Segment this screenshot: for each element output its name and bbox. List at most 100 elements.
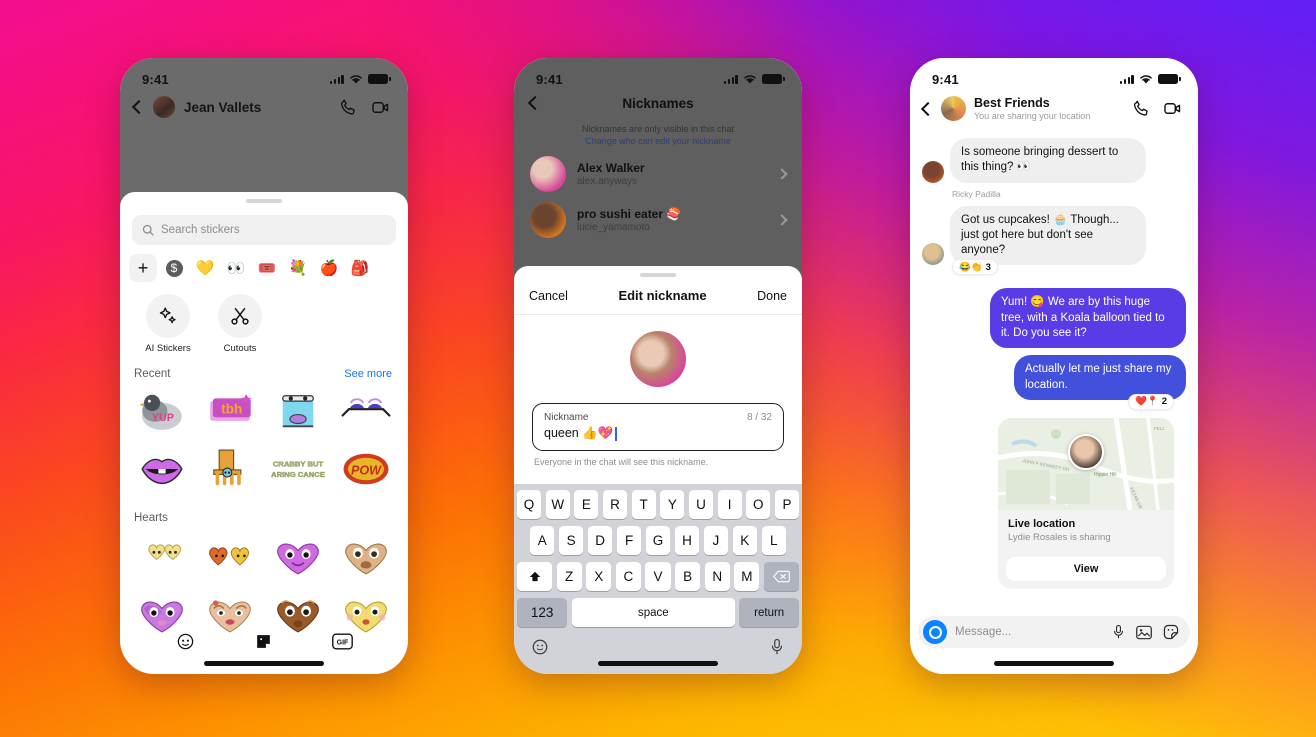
key-o[interactable]: O [746, 490, 771, 519]
avatar[interactable] [153, 96, 175, 118]
backspace-key[interactable] [763, 562, 800, 591]
key-d[interactable]: D [587, 526, 613, 555]
sticker-art [282, 395, 314, 428]
phone-call-icon[interactable] [1132, 99, 1151, 118]
add-pack[interactable]: + [129, 254, 157, 282]
see-more-link[interactable]: See more [344, 368, 392, 380]
sticker-tbh[interactable]: tbh [196, 382, 264, 440]
chevron-left-icon[interactable] [920, 101, 936, 116]
key-z[interactable]: Z [556, 562, 582, 591]
reaction-pill[interactable]: 😂👏 3 [952, 259, 998, 276]
live-location-card[interactable]: JOHN F KENNEDY DR Hippie Hill KEZAR DR F… [998, 417, 1174, 589]
pack-backpack[interactable]: 🎒 [346, 254, 374, 282]
return-key[interactable]: return [739, 598, 799, 627]
key-e[interactable]: E [574, 490, 599, 519]
sticker-crabby-but-caring[interactable]: CRABBY BUT CARING CANCER [264, 440, 332, 498]
message-bubble[interactable]: Got us cupcakes! 🧁 Though... just got he… [950, 205, 1146, 266]
key-f[interactable]: F [616, 526, 642, 555]
key-k[interactable]: K [732, 526, 758, 555]
cutouts-label: Cutouts [223, 343, 257, 354]
sticker-pow[interactable]: POW [332, 440, 400, 498]
key-m[interactable]: M [734, 562, 760, 591]
list-item[interactable]: Alex Walker alex.anyways [514, 146, 802, 192]
key-q[interactable]: Q [516, 490, 542, 519]
avatar[interactable] [941, 96, 966, 121]
video-camera-icon[interactable] [1163, 99, 1182, 118]
done-button[interactable]: Done [757, 289, 787, 303]
key-y[interactable]: Y [660, 490, 685, 519]
key-u[interactable]: U [688, 490, 714, 519]
key-p[interactable]: P [774, 490, 800, 519]
key-n[interactable]: N [704, 562, 730, 591]
emoji-icon[interactable] [531, 638, 549, 656]
message-bubble[interactable]: Yum! 😋 We are by this huge tree, with a … [990, 288, 1186, 349]
key-c[interactable]: C [615, 562, 641, 591]
location-avatar [1068, 433, 1104, 470]
change-editor-link[interactable]: Change who can edit your nickname [538, 136, 778, 146]
list-item[interactable]: pro sushi eater 🍣 lucie_yamamoto [514, 192, 802, 238]
key-w[interactable]: W [545, 490, 570, 519]
recent-pack[interactable]: $ [160, 254, 188, 282]
key-g[interactable]: G [645, 526, 671, 555]
sticker-tan-heart-face[interactable] [332, 526, 400, 584]
pack-flower[interactable]: 💐 [284, 254, 312, 282]
header-actions [339, 98, 390, 117]
pack-apple[interactable]: 🍎 [315, 254, 343, 282]
message-composer[interactable]: Message... [918, 616, 1190, 648]
avatar[interactable] [922, 160, 944, 183]
tab-stickers[interactable] [251, 630, 277, 652]
reaction-pill[interactable]: ❤️📍 2 [1128, 393, 1174, 410]
key-s[interactable]: S [558, 526, 584, 555]
sticker-icon[interactable] [1163, 624, 1179, 640]
pack-glyph: 🍎 [319, 260, 339, 277]
key-j[interactable]: J [703, 526, 729, 555]
nickname-input[interactable]: 8 / 32 Nickname queen 👍💖 [532, 403, 784, 451]
pack-pink-card[interactable]: 🎟️ [253, 254, 281, 282]
sticker-waterfall[interactable] [264, 382, 332, 440]
key-t[interactable]: T [631, 490, 656, 519]
pack-eyes[interactable]: 👀 [222, 254, 250, 282]
key-v[interactable]: V [645, 562, 671, 591]
person-name: pro sushi eater 🍣 [577, 207, 682, 221]
camera-icon[interactable] [923, 620, 947, 644]
microphone-icon[interactable] [769, 638, 785, 656]
message-bubble[interactable]: Is someone bringing dessert to this thin… [950, 138, 1146, 183]
ai-stickers-button[interactable]: AI Stickers [142, 294, 194, 354]
sheet-grabber[interactable] [246, 199, 282, 203]
person-handle: lucie_yamamoto [577, 222, 650, 233]
sticker-orange-hearts[interactable] [196, 526, 264, 584]
sticker-sunglasses-eyes[interactable] [332, 382, 400, 440]
search-input[interactable]: Search stickers [132, 215, 396, 245]
cancel-button[interactable]: Cancel [529, 289, 568, 303]
pack-yellow-heart[interactable]: 💛 [191, 254, 219, 282]
avatar[interactable] [922, 243, 944, 266]
phone-call-icon[interactable] [339, 98, 358, 117]
sticker-purple-heart-face[interactable] [264, 526, 332, 584]
sticker-purple-lips[interactable] [128, 440, 196, 498]
sticker-two-yellow-hearts[interactable] [128, 526, 196, 584]
tab-avatar[interactable] [172, 630, 198, 652]
battery-full-icon [368, 74, 391, 84]
chevron-left-icon[interactable] [131, 99, 147, 115]
key-b[interactable]: B [675, 562, 701, 591]
sticker-pigeon-yup[interactable]: YUP [128, 382, 196, 440]
map-preview[interactable]: JOHN F KENNEDY DR Hippie Hill KEZAR DR F… [998, 417, 1174, 511]
sticker-table-legs[interactable] [196, 440, 264, 498]
space-key[interactable]: space [571, 598, 735, 627]
shift-key[interactable] [516, 562, 553, 591]
key-l[interactable]: L [761, 526, 786, 555]
view-location-button[interactable]: View [1006, 556, 1166, 581]
numbers-key[interactable]: 123 [517, 598, 568, 627]
microphone-icon[interactable] [1112, 624, 1125, 640]
tab-gif[interactable]: GIF [330, 630, 356, 652]
key-i[interactable]: I [717, 490, 742, 519]
message-input-placeholder[interactable]: Message... [955, 626, 1104, 638]
cutouts-button[interactable]: Cutouts [214, 294, 266, 354]
pack-glyph: 💐 [288, 260, 308, 277]
key-x[interactable]: X [586, 562, 612, 591]
key-a[interactable]: A [530, 526, 555, 555]
key-h[interactable]: H [674, 526, 700, 555]
photo-icon[interactable] [1136, 625, 1152, 640]
key-r[interactable]: R [602, 490, 628, 519]
video-camera-icon[interactable] [371, 98, 390, 117]
